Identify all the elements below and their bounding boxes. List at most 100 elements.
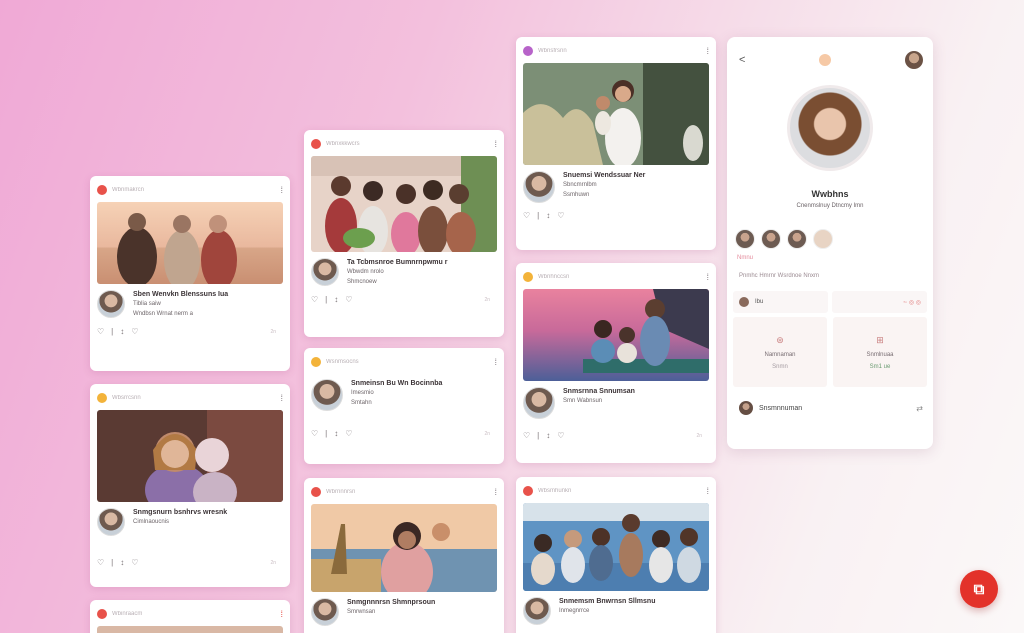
author-avatar[interactable] <box>311 379 343 411</box>
card-menu-icon[interactable]: ⁞ <box>273 609 283 619</box>
friend-avatar[interactable] <box>813 229 833 249</box>
card-menu-icon[interactable]: ⁞ <box>487 487 497 497</box>
card-menu-icon[interactable]: ⁞ <box>487 357 497 367</box>
post-card[interactable]: Wbnmakrcn ⁞ Sben Wenvkn Blenssuns Iua Tibl… <box>90 176 290 371</box>
separator: | <box>111 558 114 567</box>
row-right-icons: ꞏ◦ ◎ ◎ <box>903 300 921 306</box>
save-icon[interactable]: ♡ <box>131 327 138 336</box>
share-icon[interactable]: ↕ <box>546 431 550 440</box>
post-image[interactable] <box>523 289 709 381</box>
boat-photo <box>523 289 709 381</box>
like-icon[interactable]: ♡ <box>311 295 318 304</box>
card-source: Wsnmsocns <box>326 359 359 365</box>
post-subtitle-2: Ssmhuwn <box>563 192 590 198</box>
post-card[interactable]: Wbsrrcsnn ⁞ Snmgsnurn bsnhrvs wresnk Cimln… <box>90 384 290 587</box>
post-time: 2n <box>270 328 276 335</box>
profile-tile[interactable]: ⊞ Snmlnuaa Sm1 ue <box>833 317 927 387</box>
garden-photo <box>523 63 709 165</box>
author-avatar[interactable] <box>311 258 339 286</box>
app-logo-icon <box>819 54 832 66</box>
like-icon[interactable]: ♡ <box>97 327 104 336</box>
post-time: 2n <box>696 432 702 439</box>
card-menu-icon[interactable]: ⁞ <box>699 46 709 56</box>
save-icon[interactable]: ♡ <box>557 431 564 440</box>
profile-row-right[interactable]: ꞏ◦ ◎ ◎ <box>832 291 927 313</box>
save-icon[interactable]: ♡ <box>131 558 138 567</box>
post-time: 2n <box>484 430 490 437</box>
post-title: Snmeinsn Bu Wn Bocinnba <box>351 380 443 387</box>
post-card[interactable]: Wbnhnccsn ⁞ Snmsrnna Snnumsan Smn Wabnsun … <box>516 263 716 463</box>
post-title: Snmemsm Bnwrnsn Sllmsnu <box>559 598 656 605</box>
separator: | <box>537 211 540 220</box>
friend-avatar[interactable] <box>761 229 781 249</box>
post-card[interactable]: Wbnsfrsnn ⁞ Snuemsi Wendssuar Ner Sbncmrnl… <box>516 37 716 250</box>
post-subtitle: Smn Wabnsun <box>563 398 603 404</box>
post-image[interactable] <box>523 503 709 591</box>
author-avatar[interactable] <box>523 171 555 203</box>
portrait-photo <box>97 410 283 502</box>
save-icon[interactable]: ♡ <box>557 211 564 220</box>
author-avatar[interactable] <box>97 508 125 536</box>
share-icon[interactable]: ↕ <box>334 429 338 438</box>
profile-row-left[interactable]: Ibu <box>733 291 828 313</box>
like-icon[interactable]: ♡ <box>97 558 104 567</box>
source-dot-icon <box>523 486 533 496</box>
post-image[interactable] <box>311 504 497 592</box>
post-title: Snmgsnurn bsnhrvs wresnk <box>133 509 228 516</box>
friends-row <box>727 229 933 249</box>
separator: | <box>325 295 328 304</box>
like-icon[interactable]: ♡ <box>311 429 318 438</box>
card-menu-icon[interactable]: ⁞ <box>487 139 497 149</box>
source-dot-icon <box>97 393 107 403</box>
card-menu-icon[interactable]: ⁞ <box>273 185 283 195</box>
post-image[interactable] <box>97 626 283 633</box>
post-time: 2n <box>484 296 490 303</box>
post-image[interactable] <box>311 156 497 252</box>
post-card[interactable]: Wbsmhunkn ⁞ Snmemsm Bnwrnsn Sllmsnu Inmegn… <box>516 477 716 633</box>
card-menu-icon[interactable]: ⁞ <box>273 393 283 403</box>
author-avatar[interactable] <box>523 387 555 419</box>
post-card[interactable]: Wbinraacm ⁞ <box>90 600 290 633</box>
share-icon[interactable]: ↕ <box>120 558 124 567</box>
bottom-avatar[interactable] <box>739 401 753 415</box>
friend-avatar[interactable] <box>787 229 807 249</box>
back-button[interactable]: < <box>739 54 745 66</box>
author-avatar[interactable] <box>97 290 125 318</box>
row-left-label: Ibu <box>755 299 764 305</box>
profile-photo[interactable] <box>787 85 873 171</box>
post-image[interactable] <box>97 202 283 284</box>
app-switch-icon: ⧉ <box>973 580 985 598</box>
profile-links[interactable]: Pnmhc Hmrnr Wsrdnoe Nnxm <box>727 273 933 279</box>
post-card[interactable]: Wbnxkkwcrs ⁞ Ta Tcbmsnroe Bumnrnpwmu r Wbw… <box>304 130 504 337</box>
friend-avatar[interactable] <box>735 229 755 249</box>
post-image[interactable] <box>523 63 709 165</box>
floating-action-button[interactable]: ⧉ <box>960 570 998 608</box>
share-icon[interactable]: ↕ <box>334 295 338 304</box>
source-dot-icon <box>523 46 533 56</box>
profile-name: Wwbhns <box>811 189 849 199</box>
profile-tile[interactable]: ⊛ Namnaman Snmn <box>733 317 827 387</box>
profile-mini-avatar[interactable] <box>905 51 923 69</box>
tile-sub: Sm1 ue <box>869 363 891 370</box>
like-icon[interactable]: ♡ <box>523 211 530 220</box>
post-subtitle-2: Wndbsn Wrnat nerm a <box>133 311 193 317</box>
post-card[interactable]: Wbrnnnrsn ⁞ Snmgnnnrsn Shmnprsoun Smrwnsan <box>304 478 504 633</box>
swap-icon[interactable]: ⇄ <box>916 404 923 413</box>
author-avatar[interactable] <box>523 597 551 625</box>
post-card[interactable]: Wsnmsocns ⁞ Snmeinsn Bu Wn Bocinnba Imesmi… <box>304 348 504 464</box>
card-source: Wbsmhunkn <box>538 488 572 494</box>
post-image[interactable] <box>97 410 283 502</box>
user-icon <box>739 297 749 307</box>
beach-photo <box>97 202 283 284</box>
save-icon[interactable]: ♡ <box>345 429 352 438</box>
source-dot-icon <box>311 357 321 367</box>
save-icon[interactable]: ♡ <box>345 295 352 304</box>
author-avatar[interactable] <box>311 598 339 626</box>
card-menu-icon[interactable]: ⁞ <box>699 272 709 282</box>
share-icon[interactable]: ↕ <box>120 327 124 336</box>
separator: | <box>537 431 540 440</box>
card-menu-icon[interactable]: ⁞ <box>699 486 709 496</box>
share-icon[interactable]: ↕ <box>546 211 550 220</box>
tile-icon: ⊞ <box>876 334 884 345</box>
like-icon[interactable]: ♡ <box>523 431 530 440</box>
